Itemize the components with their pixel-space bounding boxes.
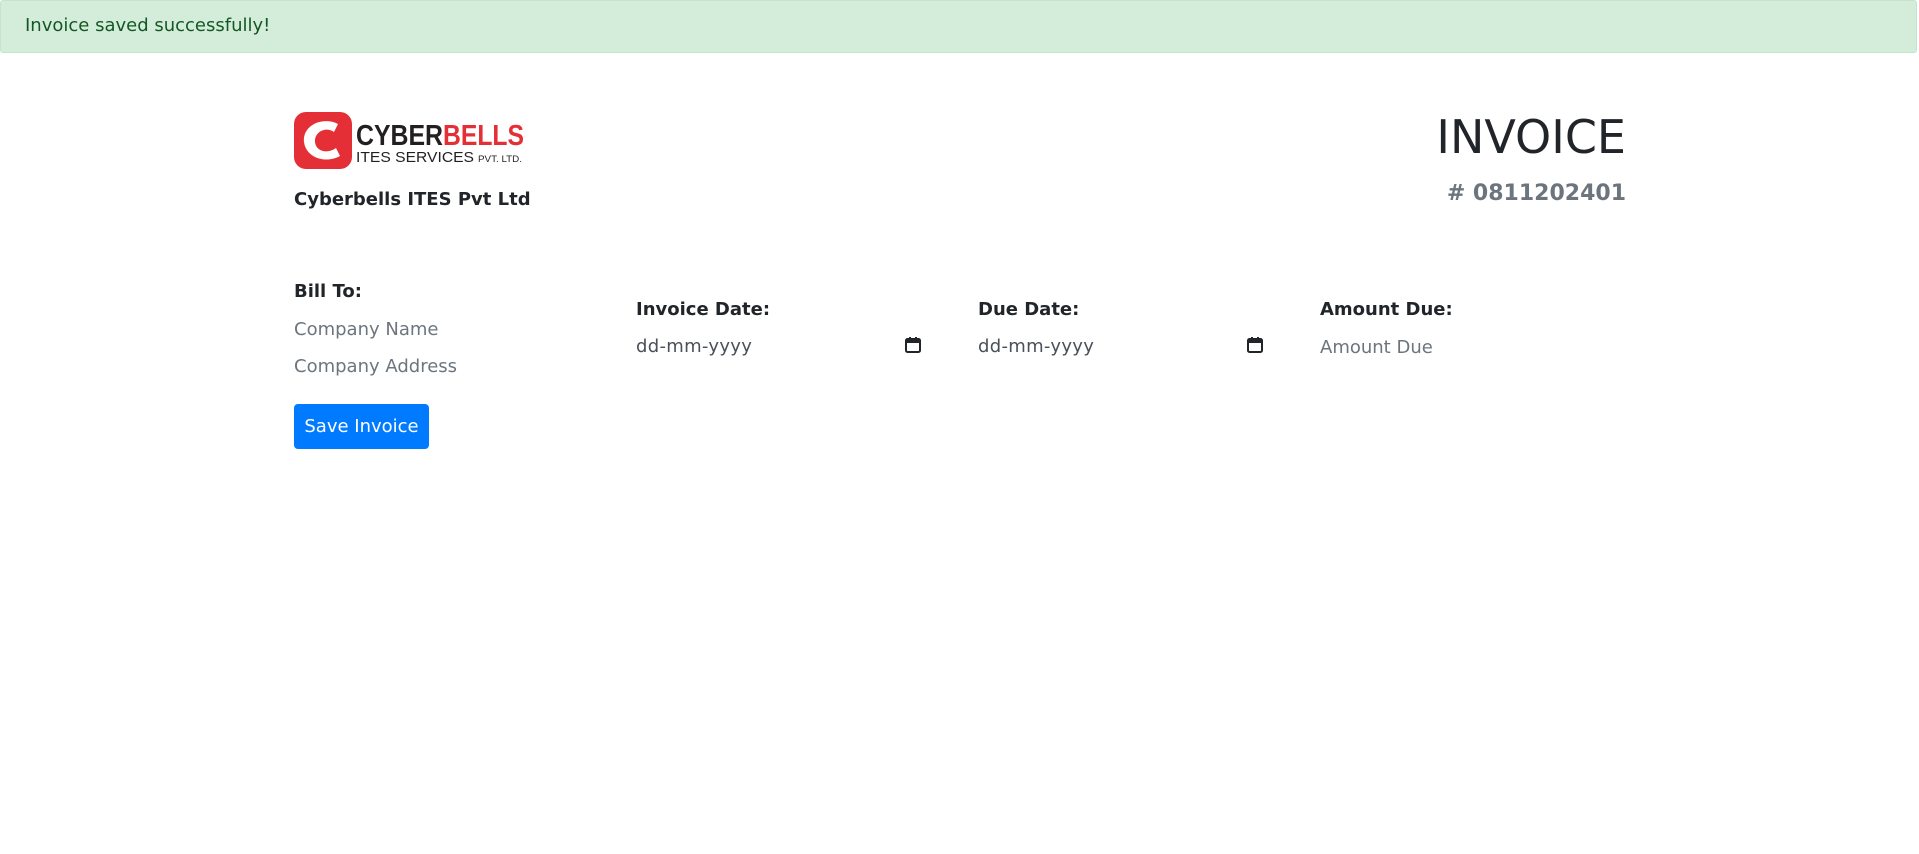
company-logo: CYBER BELLS ITES SERVICES PVT. LTD. xyxy=(294,112,524,169)
save-invoice-button[interactable]: Save Invoice xyxy=(294,404,429,449)
invoice-date-label: Invoice Date: xyxy=(636,299,771,320)
due-date-value: dd-mm-yyyy xyxy=(978,336,1095,357)
success-alert: Invoice saved successfully! xyxy=(0,0,1917,53)
calendar-icon[interactable] xyxy=(904,336,922,354)
company-name: Cyberbells ITES Pvt Ltd xyxy=(294,189,531,210)
due-date-input[interactable]: dd-mm-yyyy xyxy=(978,334,1268,364)
logo-text-bells: BELLS xyxy=(443,120,524,152)
due-date-label: Due Date: xyxy=(978,299,1080,320)
amount-due-label: Amount Due: xyxy=(1320,299,1453,320)
invoice-title: INVOICE xyxy=(1436,110,1626,164)
invoice-date-input[interactable]: dd-mm-yyyy xyxy=(636,334,926,364)
alert-message: Invoice saved successfully! xyxy=(25,15,271,36)
bill-to-label: Bill To: xyxy=(294,281,362,302)
logo-text-small: PVT. LTD. xyxy=(478,154,522,164)
company-address-input[interactable] xyxy=(294,353,584,379)
logo-text-cyber: CYBER xyxy=(356,120,443,152)
company-name-input[interactable] xyxy=(294,316,584,342)
logo-badge xyxy=(294,112,352,169)
invoice-number: # 0811202401 xyxy=(1446,181,1626,206)
invoice-date-value: dd-mm-yyyy xyxy=(636,336,753,357)
calendar-icon[interactable] xyxy=(1246,336,1264,354)
logo-text-sub: ITES SERVICES xyxy=(356,149,474,166)
amount-due-input[interactable] xyxy=(1320,334,1610,360)
